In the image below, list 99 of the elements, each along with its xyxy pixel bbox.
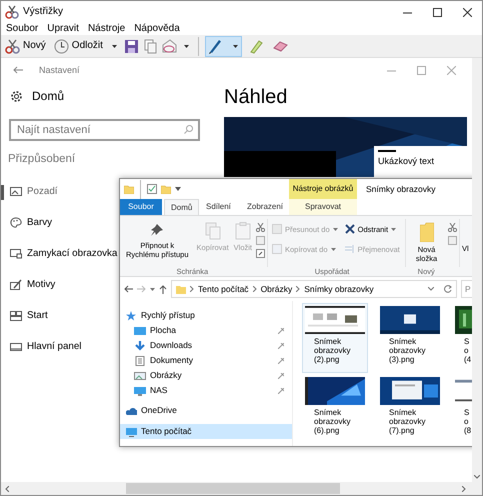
search-field[interactable]: Najít nastavení (9, 119, 200, 141)
highlighter-icon (248, 38, 264, 54)
clipboard-icon (234, 222, 251, 240)
scroll-left-icon[interactable] (5, 486, 9, 492)
pen-button[interactable] (204, 36, 242, 56)
nav-item[interactable]: Tento počítač (120, 424, 292, 439)
ribbon-tab[interactable]: Spravovat (289, 199, 357, 215)
caret-icon (330, 248, 336, 250)
scroll-right-icon[interactable] (462, 486, 466, 492)
picture-icon (134, 370, 146, 380)
close-icon[interactable] (462, 8, 472, 16)
file-tile[interactable]: Snímek obrazovky (6).png (302, 374, 368, 444)
toolbar-button[interactable]: Nový (3, 36, 48, 56)
ribbon-tab[interactable]: Zobrazení (241, 199, 290, 215)
file-tile[interactable]: Snímek obrazovky (2).png (302, 303, 368, 373)
caret-icon[interactable] (112, 44, 117, 48)
menu-item[interactable]: Nástroje (88, 23, 126, 35)
preview-heading: Náhled (224, 85, 288, 109)
file-tile[interactable]: Snímek obrazovky (7).png (377, 374, 443, 444)
monitor-icon (134, 326, 146, 336)
folder-icon (420, 222, 434, 242)
monitor-icon (10, 248, 22, 260)
monitor-icon (134, 386, 146, 396)
scroll-down-icon[interactable] (474, 475, 480, 479)
taskbar-icon (10, 341, 22, 354)
sample-text: Ukázkový text (378, 156, 436, 167)
scissors-icon (5, 38, 20, 54)
ribbon-tab[interactable]: Sdílení (200, 199, 237, 215)
menu-item[interactable]: Soubor (6, 23, 38, 35)
scroll-thumb[interactable] (126, 483, 340, 494)
nav-item[interactable]: Motivy (27, 279, 56, 292)
nav-item[interactable]: OneDrive (120, 403, 292, 418)
nav-item[interactable]: Barvy (27, 217, 52, 230)
caret-icon (391, 228, 396, 230)
ribbon-tab[interactable]: Soubor (120, 199, 162, 215)
chevron-icon (296, 286, 300, 292)
nav-item[interactable]: Zamykací obrazovka (27, 248, 118, 260)
nav-item[interactable]: Obrázky (120, 368, 278, 383)
delete-icon (344, 224, 355, 234)
brush-icon (10, 279, 22, 292)
section-heading: Přizpůsobení (8, 153, 76, 167)
address-bar[interactable]: Tento počítač Obrázky Snímky obrazovky (171, 280, 457, 298)
caret-icon[interactable] (184, 44, 189, 48)
monitor-icon (126, 426, 137, 436)
caret-icon (332, 228, 338, 230)
home-link[interactable]: Domů (32, 88, 64, 104)
palette-icon (10, 217, 22, 230)
copy-icon[interactable] (142, 38, 158, 54)
back-arrow-icon[interactable] (13, 66, 23, 74)
scissors-icon (5, 5, 19, 19)
ribbon-tab[interactable]: Domů (164, 199, 200, 215)
nav-item[interactable]: Downloads (120, 338, 278, 353)
maximize-icon[interactable] (432, 8, 442, 16)
save-icon[interactable] (124, 38, 139, 54)
shortcut-icon[interactable] (256, 249, 265, 258)
up-arrow-icon[interactable] (159, 284, 167, 294)
menu-item[interactable]: Nápověda (134, 23, 180, 35)
nav-item[interactable]: Rychlý přístup (120, 308, 292, 323)
move-icon (272, 224, 282, 234)
chevron-icon (252, 286, 257, 292)
search-icon (184, 125, 193, 134)
clock-icon (54, 38, 69, 54)
nav-item[interactable]: Hlavní panel (27, 341, 82, 354)
nav-item[interactable]: Pozadí (27, 186, 58, 198)
envelope-icon[interactable] (162, 38, 177, 54)
scissors-icon[interactable] (256, 223, 265, 232)
nav-item[interactable]: Start (27, 310, 48, 322)
nav-item[interactable]: Dokumenty (120, 353, 278, 368)
refresh-icon[interactable] (444, 285, 452, 293)
caret-icon[interactable] (175, 187, 181, 191)
context-tab-header: Nástroje obrázků (289, 179, 357, 199)
back-arrow-icon[interactable] (124, 285, 133, 293)
download-icon (134, 340, 146, 350)
picture-icon (10, 186, 22, 198)
gear-icon (10, 90, 23, 102)
window-title: Snímky obrazovky (366, 184, 436, 194)
checkbox-icon[interactable] (147, 184, 157, 194)
chevron-icon (190, 286, 194, 292)
scissors-icon[interactable] (448, 223, 457, 232)
folder-icon (176, 284, 186, 294)
rename-icon (344, 244, 355, 254)
copy-icon (272, 244, 282, 254)
document-icon (134, 356, 146, 366)
scrollbar[interactable] (472, 58, 482, 482)
window-title: Nastavení (39, 64, 81, 76)
star-icon (126, 310, 137, 320)
file-tile[interactable]: Snímek obrazovky (3).png (377, 303, 443, 373)
cloud-icon (126, 406, 137, 416)
menu-item[interactable]: Upravit (47, 23, 79, 35)
pen-icon (208, 38, 224, 54)
nav-item[interactable]: Plocha (120, 323, 278, 338)
nav-item[interactable]: NAS (120, 383, 278, 398)
window-title: Výstřižky (23, 6, 63, 18)
scrollbar[interactable] (1, 482, 482, 495)
tiles-icon (10, 310, 22, 322)
pin-icon (149, 222, 166, 238)
copy-icon (204, 222, 221, 240)
text-cursor-line (378, 150, 396, 152)
toolbar-button[interactable]: Odložit (52, 36, 105, 56)
